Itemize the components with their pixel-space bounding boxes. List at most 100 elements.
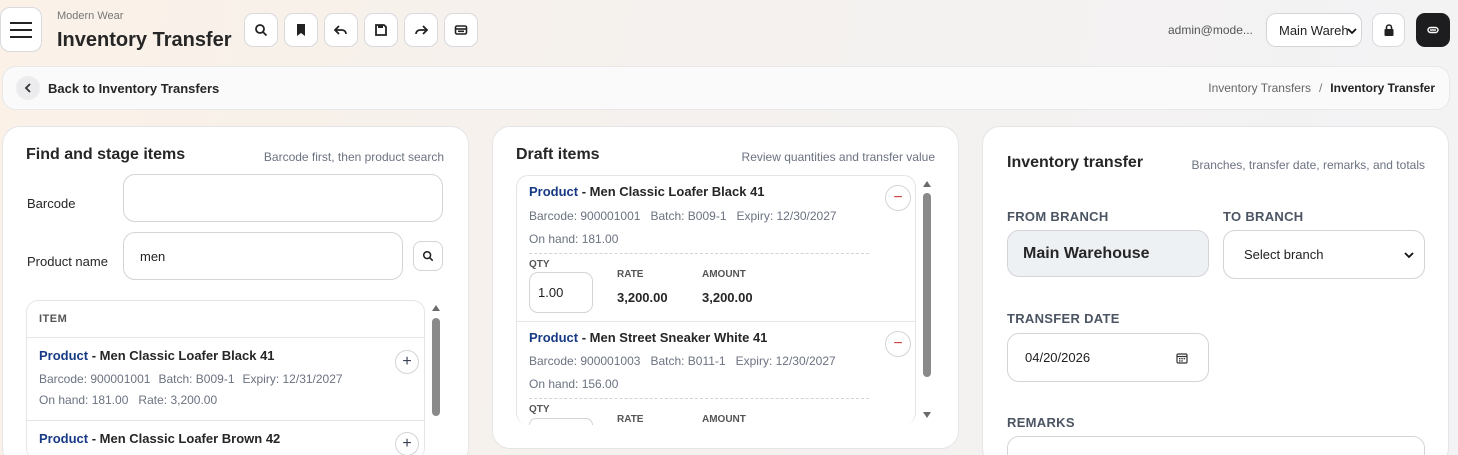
find-item-row[interactable]: Product - Men Classic Loafer Black 41 Ba… bbox=[39, 348, 399, 407]
draft-item-barcode: Barcode: 900001003 bbox=[529, 354, 641, 368]
draft-item-batch: Batch: B011-1 bbox=[650, 354, 726, 368]
scroll-thumb[interactable] bbox=[432, 318, 440, 416]
remarks-input[interactable] bbox=[1007, 436, 1425, 455]
calendar-icon[interactable] bbox=[1176, 352, 1188, 364]
chevron-down-icon bbox=[1347, 28, 1357, 35]
undo-button[interactable] bbox=[324, 13, 358, 47]
table-divider bbox=[27, 337, 424, 338]
scroll-up-arrow[interactable] bbox=[432, 305, 440, 311]
transfer-title: Inventory transfer bbox=[1007, 154, 1144, 171]
from-branch-label: FROM BRANCH bbox=[1007, 209, 1109, 224]
add-item-button[interactable]: + bbox=[395, 432, 419, 455]
transfer-hint: Branches, transfer date, remarks, and to… bbox=[1191, 158, 1425, 172]
find-hint: Barcode first, then product search bbox=[263, 150, 444, 164]
draft-item-expiry: Expiry: 12/30/2027 bbox=[736, 209, 837, 223]
chevron-down-icon bbox=[1404, 252, 1414, 259]
archive-icon bbox=[454, 25, 468, 35]
to-branch-select[interactable]: Select branch bbox=[1223, 230, 1425, 279]
scroll-up-arrow[interactable] bbox=[923, 181, 931, 187]
item-batch: Batch: B009-1 bbox=[158, 372, 235, 386]
product-search-button[interactable] bbox=[413, 241, 443, 271]
draft-scrollbar[interactable] bbox=[922, 178, 932, 422]
chevron-left-icon bbox=[24, 83, 31, 93]
save-icon bbox=[375, 24, 387, 36]
search-icon bbox=[255, 24, 268, 37]
archive-button[interactable] bbox=[444, 13, 478, 47]
add-item-button[interactable]: + bbox=[395, 350, 419, 374]
minus-icon: − bbox=[893, 335, 903, 352]
rate-label: RATE bbox=[617, 414, 644, 425]
breadcrumb: Inventory Transfers / Inventory Transfer bbox=[1208, 81, 1435, 95]
find-item-row[interactable]: Product - Men Classic Loafer Brown 42 bbox=[39, 431, 280, 446]
user-email[interactable]: admin@mode... bbox=[1168, 23, 1253, 37]
qty-label: QTY bbox=[529, 404, 550, 415]
row-divider bbox=[517, 321, 915, 322]
find-title: Find and stage items bbox=[26, 146, 186, 163]
draft-item-batch: Batch: B009-1 bbox=[650, 209, 727, 223]
breadcrumb-parent[interactable]: Inventory Transfers bbox=[1208, 81, 1311, 95]
lock-icon bbox=[1384, 24, 1393, 36]
redo-button[interactable] bbox=[404, 13, 438, 47]
from-branch-field: Main Warehouse bbox=[1007, 230, 1209, 277]
menu-icon bbox=[10, 21, 32, 38]
draft-item-name: - Men Classic Loafer Black 41 bbox=[578, 184, 765, 199]
amount-value: 3,200.00 bbox=[702, 290, 753, 305]
branch-select[interactable]: Main Wareh bbox=[1266, 13, 1362, 47]
barcode-label: Barcode bbox=[27, 196, 76, 211]
undo-icon bbox=[334, 25, 347, 35]
draft-hint: Review quantities and transfer value bbox=[741, 150, 935, 164]
transfer-date-label: TRANSFER DATE bbox=[1007, 311, 1120, 326]
product-name-label: Product name bbox=[27, 254, 108, 269]
qty-input-partial[interactable] bbox=[529, 418, 593, 425]
transfer-date-value: 04/20/2026 bbox=[1025, 350, 1091, 365]
transfer-date-input[interactable]: 04/20/2026 bbox=[1007, 333, 1209, 382]
barcode-input[interactable] bbox=[123, 174, 443, 222]
remove-item-button[interactable]: − bbox=[885, 331, 911, 357]
table-header-item: ITEM bbox=[39, 313, 68, 325]
from-branch-value: Main Warehouse bbox=[1023, 244, 1150, 262]
draft-title: Draft items bbox=[516, 146, 600, 163]
dashed-divider bbox=[529, 398, 869, 399]
unlink-icon bbox=[1427, 26, 1439, 34]
search-icon bbox=[422, 250, 434, 262]
draft-item-prefix: Product bbox=[529, 184, 579, 199]
scroll-down-arrow[interactable] bbox=[923, 412, 931, 418]
remove-item-button[interactable]: − bbox=[885, 185, 911, 211]
lock-button[interactable] bbox=[1372, 13, 1405, 47]
back-circle bbox=[16, 76, 40, 100]
search-button[interactable] bbox=[244, 13, 278, 47]
item-onhand: On hand: 181.00 bbox=[39, 393, 129, 407]
plus-icon: + bbox=[402, 435, 412, 452]
item-barcode: Barcode: 900001001 bbox=[39, 372, 151, 386]
to-branch-label: TO BRANCH bbox=[1223, 209, 1304, 224]
draft-item-prefix: Product bbox=[529, 330, 579, 345]
bookmark-button[interactable] bbox=[284, 13, 318, 47]
item-prefix: Product bbox=[39, 431, 89, 446]
find-items-scrollbar[interactable] bbox=[431, 302, 441, 455]
item-name: - Men Classic Loafer Brown 42 bbox=[88, 431, 281, 446]
item-name: - Men Classic Loafer Black 41 bbox=[88, 348, 275, 363]
branch-select-value: Main Wareh bbox=[1279, 22, 1349, 38]
qty-input[interactable] bbox=[529, 272, 593, 313]
bookmark-icon bbox=[297, 24, 305, 36]
remarks-label: REMARKS bbox=[1007, 415, 1075, 430]
rate-label: RATE bbox=[617, 269, 644, 280]
product-name-input[interactable] bbox=[123, 232, 403, 280]
menu-button[interactable] bbox=[0, 7, 42, 52]
minus-icon: − bbox=[893, 189, 903, 206]
back-button[interactable]: Back to Inventory Transfers bbox=[16, 76, 219, 100]
plus-icon: + bbox=[402, 353, 412, 370]
scroll-thumb[interactable] bbox=[923, 193, 931, 377]
dashed-divider bbox=[529, 253, 869, 254]
item-rate: Rate: 3,200.00 bbox=[138, 393, 218, 407]
rate-value: 3,200.00 bbox=[617, 290, 668, 305]
breadcrumb-separator: / bbox=[1318, 81, 1323, 95]
redo-icon bbox=[415, 25, 428, 35]
amount-label: AMOUNT bbox=[702, 414, 746, 425]
toggle-button[interactable] bbox=[1416, 13, 1450, 47]
company-name: Modern Wear bbox=[57, 10, 124, 22]
qty-label: QTY bbox=[529, 259, 550, 270]
save-button[interactable] bbox=[364, 13, 398, 47]
to-branch-value: Select branch bbox=[1244, 247, 1324, 262]
draft-item-onhand: On hand: 181.00 bbox=[529, 232, 619, 246]
